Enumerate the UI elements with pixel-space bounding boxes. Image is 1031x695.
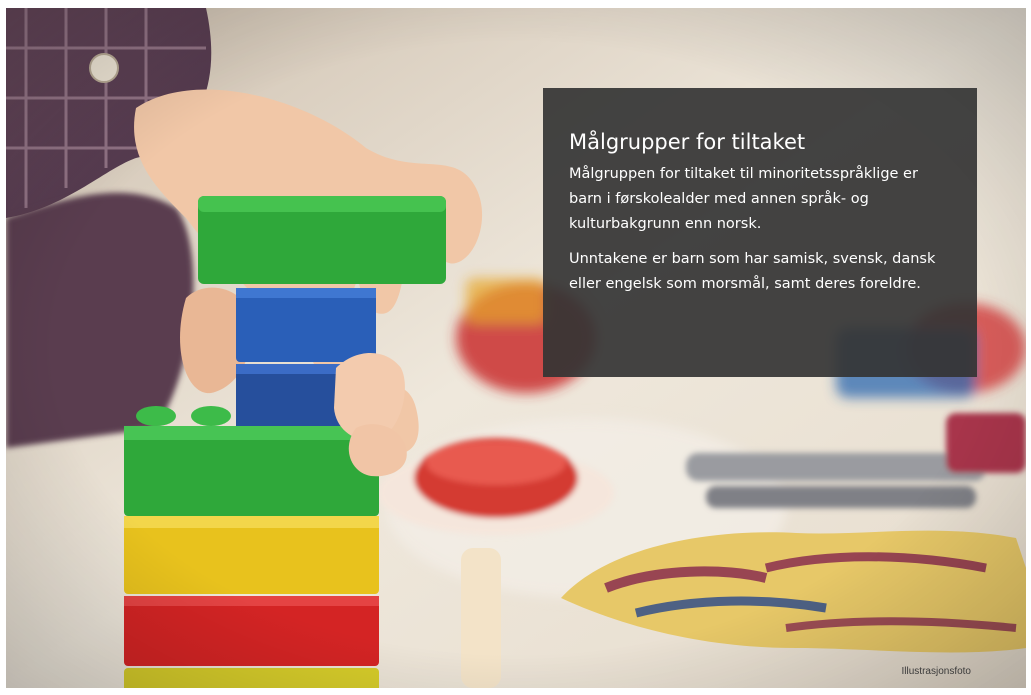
photo-caption: Illustrasjonsfoto [901, 666, 971, 677]
slide: Målgrupper for tiltaket Målgruppen for t… [0, 0, 1031, 695]
panel-paragraph-2: Unntakene er barn som har samisk, svensk… [569, 251, 936, 292]
panel-paragraph-1: Målgruppen for tiltaket til minoritetssp… [569, 166, 918, 232]
info-panel: Målgrupper for tiltaket Målgruppen for t… [543, 88, 977, 377]
panel-title: Målgrupper for tiltaket [569, 130, 806, 154]
